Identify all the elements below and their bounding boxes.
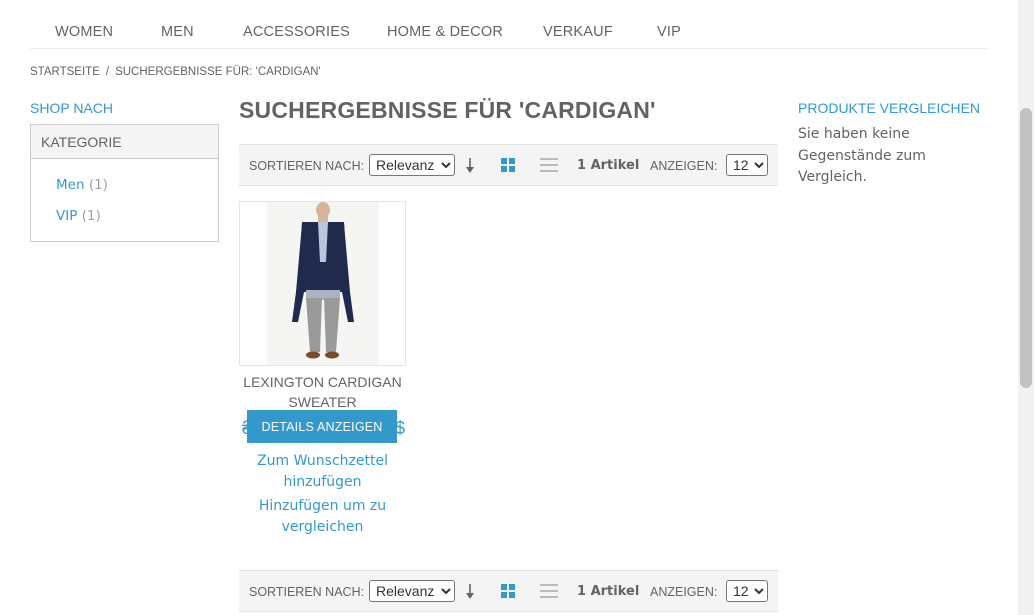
list-view-icon[interactable] — [540, 158, 558, 172]
compare-empty-message: Sie haben keine Gegenstände zum Vergleic… — [798, 126, 926, 185]
grid-view-icon[interactable] — [501, 158, 515, 172]
breadcrumb: STARTSEITE / SUCHERGEBNISSE FÜR: 'CARDIGAN… — [30, 66, 321, 78]
sort-select[interactable]: Relevanz — [369, 154, 455, 176]
sort-arrow-icon[interactable] — [464, 581, 476, 601]
toolbar-bottom: SORTIEREN NACH: Relevanz 1 Artikel ANZEI… — [239, 570, 778, 612]
sort-label: SORTIEREN NACH: — [249, 159, 365, 173]
filter-option-count: (1) — [88, 177, 108, 193]
compare-products-title: PRODUKTE VERGLEICHEN — [798, 100, 981, 116]
show-label: ANZEIGEN: — [650, 585, 718, 599]
show-limit-select[interactable]: 12 — [726, 154, 768, 176]
filter-option-label: VIP — [56, 208, 78, 224]
product-name[interactable]: LEXINGTON CARDIGAN SWEATER — [239, 372, 406, 412]
breadcrumb-separator: / — [105, 66, 110, 78]
show-label: ANZEIGEN: — [650, 159, 718, 173]
show-limit-select[interactable]: 12 — [726, 580, 768, 602]
sort-label: SORTIEREN NACH: — [249, 585, 365, 599]
grid-view-icon[interactable] — [501, 584, 515, 598]
breadcrumb-current: SUCHERGEBNISSE FÜR: 'CARDIGAN' — [115, 66, 321, 78]
product-image[interactable] — [239, 201, 406, 366]
details-button[interactable]: DETAILS ANZEIGEN — [247, 410, 397, 443]
main-navigation: WOMEN MEN ACCESSORIES HOME & DECOR VERKA… — [30, 14, 987, 49]
nav-item-vip[interactable]: VIP — [657, 24, 681, 40]
toolbar-top: SORTIEREN NACH: Relevanz 1 Artikel ANZEI… — [239, 144, 778, 186]
sort-arrow-icon[interactable] — [464, 155, 476, 175]
list-view-icon[interactable] — [540, 584, 558, 598]
filter-option-label: Men — [56, 177, 85, 193]
breadcrumb-home[interactable]: STARTSEITE — [30, 66, 100, 78]
page-title: SUCHERGEBNISSE FÜR 'CARDIGAN' — [239, 97, 656, 123]
item-count: 1 Artikel — [577, 158, 640, 173]
filter-option-vip[interactable]: VIP (1) — [56, 208, 101, 224]
category-filter-title: KATEGORIE — [31, 125, 218, 159]
add-to-wishlist-link[interactable]: Zum Wunschzettel hinzufügen — [239, 451, 406, 493]
item-count: 1 Artikel — [577, 584, 640, 599]
nav-item-home-decor[interactable]: HOME & DECOR — [387, 24, 503, 40]
category-filter: KATEGORIE Men (1) VIP (1) — [30, 124, 219, 242]
sort-select[interactable]: Relevanz — [369, 580, 455, 602]
nav-item-men[interactable]: MEN — [161, 24, 194, 40]
nav-item-women[interactable]: WOMEN — [55, 24, 113, 40]
scrollbar-thumb[interactable] — [1020, 108, 1032, 388]
product-photo — [267, 202, 379, 365]
filter-option-count: (1) — [81, 208, 101, 224]
nav-item-sale[interactable]: VERKAUF — [543, 24, 613, 40]
filter-option-men[interactable]: Men (1) — [56, 177, 108, 193]
add-to-compare-link[interactable]: Hinzufügen um zu vergleichen — [239, 496, 406, 538]
nav-item-accessories[interactable]: ACCESSORIES — [243, 24, 350, 40]
shop-by-title: SHOP NACH — [30, 100, 113, 116]
